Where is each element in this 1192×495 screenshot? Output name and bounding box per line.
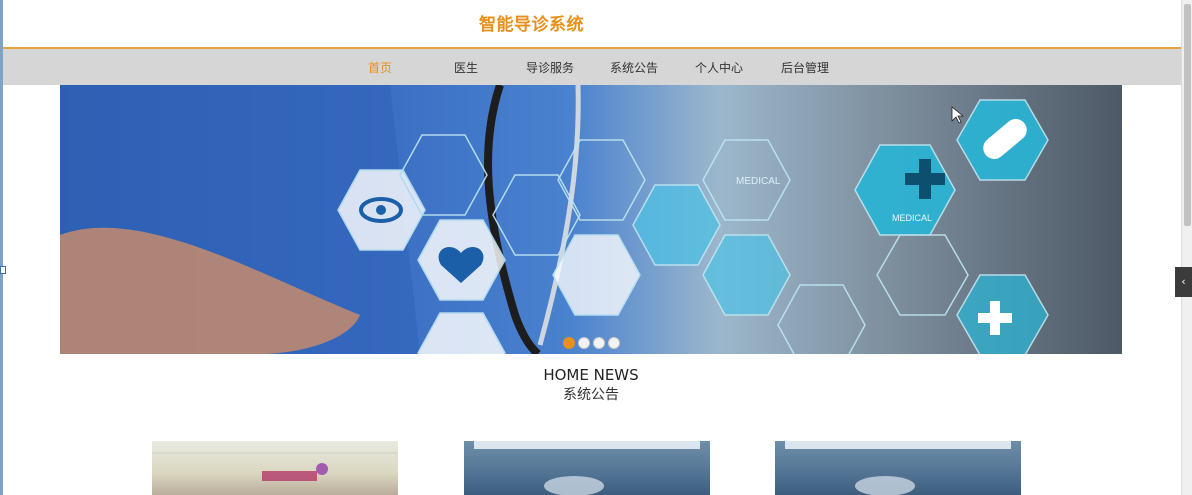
nav-item-admin[interactable]: 后台管理 bbox=[781, 59, 829, 76]
site-header: 智能导诊系统 bbox=[3, 0, 1181, 47]
section-title-cn: 系统公告 bbox=[563, 387, 619, 403]
scrollbar-thumb[interactable] bbox=[1184, 4, 1191, 226]
nav-item-announcements[interactable]: 系统公告 bbox=[610, 59, 658, 76]
banner-label-medical-2: MEDICAL bbox=[892, 213, 932, 223]
hexagon-grid bbox=[337, 99, 1049, 354]
section-title-en: HOME NEWS bbox=[543, 366, 639, 384]
banner-illustration: MEDICAL MEDICAL bbox=[60, 85, 1049, 354]
news-section-heading: HOME NEWS 系统公告 bbox=[0, 366, 1182, 405]
news-thumbnail-operating-room bbox=[474, 441, 700, 495]
hero-banner[interactable]: MEDICAL MEDICAL bbox=[60, 85, 1122, 354]
nav-item-guidance[interactable]: 导诊服务 bbox=[526, 59, 574, 76]
site-title: 智能导诊系统 bbox=[479, 15, 584, 35]
nav-item-profile[interactable]: 个人中心 bbox=[695, 59, 743, 76]
news-card-image[interactable] bbox=[464, 441, 710, 495]
news-thumbnail-room bbox=[152, 452, 398, 481]
cross-icon-small-vertical bbox=[990, 301, 1000, 335]
nav-item-home[interactable]: 首页 bbox=[368, 59, 392, 76]
carousel-indicators bbox=[563, 337, 620, 349]
nav-item-doctors[interactable]: 医生 bbox=[454, 59, 478, 76]
carousel-dot-1[interactable] bbox=[563, 337, 575, 349]
resize-handle[interactable] bbox=[0, 266, 6, 274]
news-thumbnail-operating-room bbox=[785, 441, 1011, 495]
carousel-dot-2[interactable] bbox=[578, 337, 590, 349]
cross-icon-vertical bbox=[919, 159, 931, 199]
main-nav: 首页 医生 导诊服务 系统公告 个人中心 后台管理 bbox=[3, 47, 1181, 85]
carousel-dot-4[interactable] bbox=[608, 337, 620, 349]
eye-pupil bbox=[376, 205, 386, 215]
carousel-dot-3[interactable] bbox=[593, 337, 605, 349]
news-card-image[interactable] bbox=[775, 441, 1021, 495]
mouse-cursor-icon bbox=[951, 106, 965, 124]
news-card-image[interactable] bbox=[152, 441, 398, 495]
chevron-left-icon: ‹ bbox=[1181, 275, 1186, 288]
side-panel-toggle[interactable]: ‹ bbox=[1175, 267, 1192, 297]
vertical-scrollbar[interactable] bbox=[1181, 0, 1192, 495]
banner-label-medical-1: MEDICAL bbox=[736, 176, 781, 187]
